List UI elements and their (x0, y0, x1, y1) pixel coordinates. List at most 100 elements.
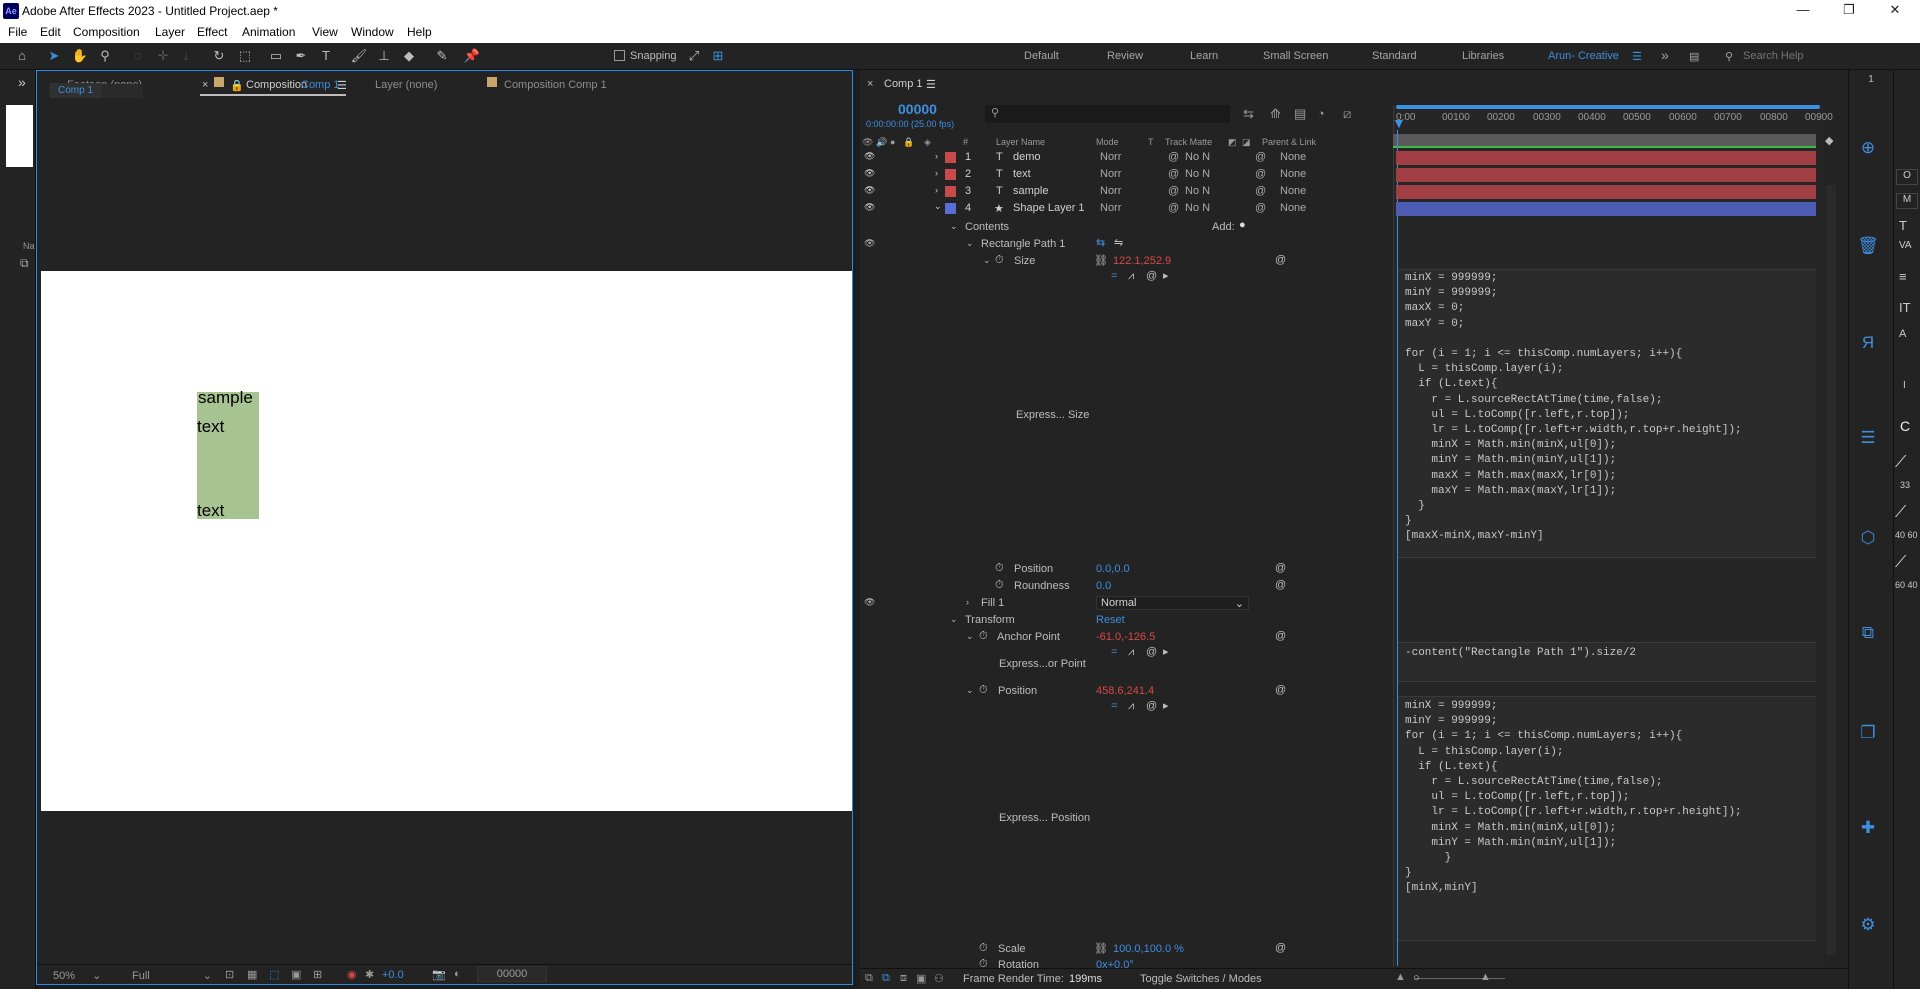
minimize-button[interactable]: — (1780, 0, 1826, 22)
snap-grid-icon[interactable]: ⊞ (708, 47, 728, 65)
type-tool-icon[interactable]: T (316, 47, 336, 65)
transform-position-stopwatch-icon[interactable]: ⏱ (979, 684, 988, 697)
layer-search-input[interactable] (985, 105, 1230, 123)
ease-curve-icon-3[interactable]: ⟋ (1895, 554, 1906, 572)
workspace-review[interactable]: Review (1107, 50, 1143, 62)
audio-switch-icon[interactable]: 🔊 (876, 137, 887, 148)
reverse-path-icon[interactable]: ⇋ (1114, 236, 1123, 249)
eye-icon[interactable]: 👁 (864, 202, 875, 213)
snap-options-icon[interactable]: ⤢ (684, 47, 704, 65)
toggle-switches-modes-button[interactable]: Toggle Switches / Modes (1140, 973, 1262, 985)
path-direction-icon[interactable]: ⇆ (1096, 236, 1105, 249)
playhead-icon[interactable]: ▼ (1392, 115, 1406, 131)
render-toggle-icon[interactable]: ⧉ (865, 972, 873, 985)
scale-property[interactable]: Scale (998, 943, 1026, 955)
expression-code-size[interactable]: minX = 999999; minY = 999999; maxX = 0; … (1405, 271, 1742, 545)
rectangle-tool-icon[interactable]: ▭ (266, 47, 286, 65)
layer-row-1[interactable]: 👁 › 1 T demo Norr @ No N @ None (860, 149, 1395, 166)
size-spiral-icon[interactable]: @ (1275, 254, 1286, 266)
expression-code-anchor[interactable]: -content("Rectangle Path 1").size/2 (1405, 646, 1636, 661)
region-of-interest-icon[interactable]: ▣ (291, 968, 301, 981)
label-column-icon[interactable]: ◈ (924, 137, 931, 148)
label-color[interactable] (945, 186, 956, 197)
mode-select[interactable]: Norr (1100, 185, 1121, 197)
clone-stamp-icon[interactable]: ⊥ (374, 47, 394, 65)
show-snapshot-icon[interactable]: ◐ (454, 968, 461, 980)
roundness-value[interactable]: 0.0 (1096, 580, 1111, 592)
layer-name[interactable]: Shape Layer 1 (1013, 202, 1085, 214)
roundness-property[interactable]: Roundness (1014, 580, 1070, 592)
exposure-value[interactable]: +0.0 (382, 969, 404, 981)
anchor-spiral-icon[interactable]: @ (1275, 630, 1286, 642)
hand-tool-icon[interactable]: ✋ (70, 47, 90, 65)
pickwhip-icon[interactable]: @ (1255, 202, 1266, 214)
track-matte-select[interactable]: No N (1185, 202, 1210, 214)
eraser-tool-icon[interactable]: ◆ (399, 47, 419, 65)
eye-icon[interactable]: 👁 (864, 151, 875, 162)
rect-chevron-icon[interactable]: ⌄ (966, 238, 974, 249)
solo-switch-icon[interactable]: ● (890, 137, 895, 147)
pen-tool-icon[interactable]: ✒ (291, 47, 311, 65)
parent-select[interactable]: None (1280, 202, 1306, 214)
layer-row-4[interactable]: 👁 ⌄ 4 ★ Shape Layer 1 Norr @ No N @ None (860, 200, 1395, 217)
menu-animation[interactable]: Animation (242, 25, 295, 39)
add-icon[interactable]: ⊕ (1853, 138, 1883, 158)
close-timeline-tab-icon[interactable]: × (867, 78, 873, 90)
selection-tool-icon[interactable]: ➤ (44, 47, 64, 65)
position-spiral-icon[interactable]: @ (1275, 562, 1286, 574)
eye-icon[interactable]: 👁 (864, 168, 875, 179)
metrics-field[interactable]: M (1896, 193, 1918, 209)
transparency-grid-icon[interactable]: ▦ (247, 968, 257, 981)
workspace-default[interactable]: Default (1024, 50, 1059, 62)
layer-name[interactable]: demo (1013, 151, 1041, 163)
lock-icon[interactable]: 🔒 (230, 79, 244, 92)
position-expression-enable-icon[interactable]: = (1111, 700, 1117, 712)
track-matte-select[interactable]: No N (1185, 168, 1210, 180)
rotation-property[interactable]: Rotation (998, 959, 1039, 968)
orbit-camera-icon[interactable]: ◌ (128, 47, 148, 65)
transform-position-value[interactable]: 458.6,241.4 (1096, 685, 1154, 697)
zoom-in-icon[interactable]: ▲ (1480, 971, 1491, 983)
current-timecode[interactable]: 00000 (898, 101, 937, 117)
shape-layer-rectangle[interactable] (197, 392, 259, 519)
transform-position-property[interactable]: Position (998, 685, 1037, 697)
rotation-value[interactable]: 0x+0.0° (1096, 959, 1134, 968)
zoom-tool-icon[interactable]: ⚲ (95, 47, 115, 65)
rect-position-value[interactable]: 0.0,0.0 (1096, 563, 1130, 575)
frame-render-icon[interactable]: ⚇ (934, 972, 944, 985)
comp-range-bar[interactable] (1393, 134, 1816, 146)
label-color[interactable] (945, 152, 956, 163)
transform-position-spiral-icon[interactable]: @ (1275, 684, 1286, 696)
anchor-expression-graph-icon[interactable]: ⩘ (1128, 646, 1134, 659)
paragraph-icon[interactable]: ≡ (1899, 269, 1907, 284)
layer-name[interactable]: text (1013, 168, 1031, 180)
roto-brush-icon[interactable]: ✎ (432, 47, 452, 65)
trash-icon[interactable]: 🗑 (1853, 236, 1883, 256)
expand-chevron-icon[interactable]: › (935, 151, 938, 161)
parent-select[interactable]: None (1280, 151, 1306, 163)
position-stopwatch-icon[interactable]: ⏱ (995, 562, 1004, 575)
size-property[interactable]: Size (1014, 255, 1035, 267)
modes-toggle-icon[interactable]: ⧈ (900, 972, 907, 985)
fit-icon[interactable]: ⊡ (225, 968, 234, 981)
frame-blending-icon[interactable]: ▤ (1294, 106, 1306, 122)
contents-chevron-icon[interactable]: ⌄ (950, 221, 958, 232)
rotate-tool-icon[interactable]: ↻ (209, 47, 229, 65)
workspace-standard[interactable]: Standard (1372, 50, 1417, 62)
in-out-toggle-icon[interactable]: ▣ (916, 972, 926, 985)
puppet-pin-icon[interactable]: 📌 (462, 47, 482, 65)
grid-guides-icon[interactable]: ⊞ (313, 968, 322, 981)
pan-behind-icon[interactable]: ⬚ (235, 47, 255, 65)
current-time-field[interactable]: 00000 (477, 966, 547, 982)
tab-composition-label[interactable]: Composition (246, 79, 307, 91)
rect-position-property[interactable]: Position (1014, 563, 1053, 575)
video-switch-icon[interactable]: 👁 (862, 137, 873, 148)
expression-code-position[interactable]: minX = 999999; minY = 999999; for (i = 1… (1405, 699, 1742, 897)
position-expression-graph-icon[interactable]: ⩘ (1128, 700, 1134, 713)
baseline-shift-icon[interactable]: A (1899, 328, 1906, 340)
size-chevron-icon[interactable]: ⌄ (983, 255, 991, 266)
menu-edit[interactable]: Edit (40, 25, 61, 39)
hierarchy-icon[interactable]: ⧉ (20, 256, 29, 271)
size-value[interactable]: 122.1,252.9 (1113, 255, 1171, 267)
breadcrumb-comp1[interactable]: Comp 1 (50, 83, 102, 98)
